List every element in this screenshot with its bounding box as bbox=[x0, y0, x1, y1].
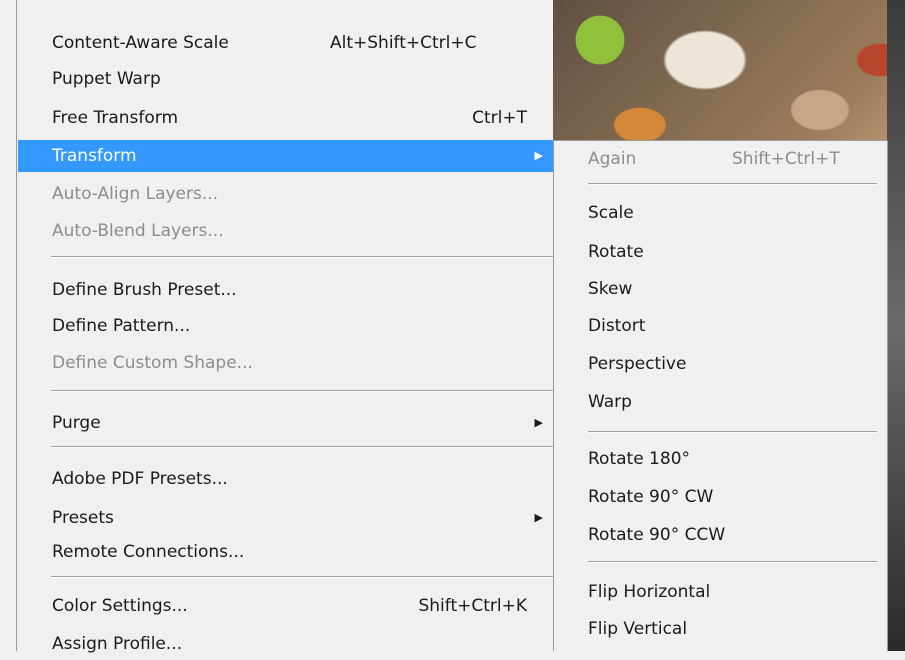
menu-item-label: Content-Aware Scale bbox=[52, 33, 229, 53]
submenu-item-rotate-180[interactable]: Rotate 180° bbox=[554, 443, 887, 475]
menu-item-label: Scale bbox=[588, 203, 634, 223]
menu-item-label: Assign Profile... bbox=[52, 634, 183, 654]
menu-item-label: Rotate 180° bbox=[588, 449, 691, 469]
menu-item-auto-blend-layers[interactable]: Auto-Blend Layers... bbox=[18, 215, 553, 247]
menu-item-label: Skew bbox=[588, 279, 633, 299]
menu-separator bbox=[51, 446, 553, 448]
menu-item-auto-align-layers[interactable]: Auto-Align Layers... bbox=[18, 178, 553, 210]
menu-item-label: Purge bbox=[52, 413, 101, 433]
menu-item-label: Perspective bbox=[588, 354, 687, 374]
menu-item-adobe-pdf-presets[interactable]: Adobe PDF Presets... bbox=[18, 463, 553, 495]
menu-item-label: Color Settings... bbox=[52, 596, 188, 616]
submenu-item-rotate[interactable]: Rotate bbox=[554, 236, 887, 268]
menu-item-label: Warp bbox=[588, 392, 632, 412]
scrollbar[interactable] bbox=[887, 0, 905, 651]
submenu-item-rotate-90-cw[interactable]: Rotate 90° CW bbox=[554, 481, 887, 513]
submenu-item-flip-horizontal[interactable]: Flip Horizontal bbox=[554, 576, 887, 608]
triangle-right-icon: ▶ bbox=[534, 416, 543, 429]
submenu-item-scale[interactable]: Scale bbox=[554, 197, 887, 229]
triangle-right-icon: ▶ bbox=[534, 511, 543, 524]
menu-item-label: Define Brush Preset... bbox=[52, 280, 237, 300]
menu-item-label: Rotate bbox=[588, 242, 644, 262]
transform-submenu: Again Shift+Ctrl+T Scale Rotate Skew Dis… bbox=[553, 140, 888, 651]
submenu-item-perspective[interactable]: Perspective bbox=[554, 348, 887, 380]
menu-item-remote-connections[interactable]: Remote Connections... bbox=[18, 536, 553, 568]
menu-item-label: Free Transform bbox=[52, 108, 179, 128]
triangle-right-icon: ▶ bbox=[534, 149, 543, 162]
menu-item-label: Auto-Align Layers... bbox=[52, 184, 219, 204]
menu-item-label: Auto-Blend Layers... bbox=[52, 221, 224, 241]
submenu-item-again[interactable]: Again Shift+Ctrl+T bbox=[554, 143, 887, 175]
menu-item-purge[interactable]: Purge ▶ bbox=[18, 407, 553, 439]
submenu-item-rotate-90-ccw[interactable]: Rotate 90° CCW bbox=[554, 519, 887, 551]
edit-menu: Content-Aware Scale Alt+Shift+Ctrl+C Pup… bbox=[16, 0, 553, 654]
menu-item-label: Transform bbox=[52, 146, 137, 166]
menu-item-label: Define Pattern... bbox=[52, 316, 191, 336]
menu-item-label: Remote Connections... bbox=[52, 542, 245, 562]
menu-item-transform[interactable]: Transform ▶ bbox=[18, 140, 553, 172]
menu-separator bbox=[588, 561, 877, 563]
menu-item-label: Puppet Warp bbox=[52, 69, 161, 89]
menu-separator bbox=[51, 390, 553, 392]
menu-separator bbox=[51, 256, 553, 258]
menu-item-assign-profile[interactable]: Assign Profile... bbox=[18, 628, 553, 660]
menu-item-label: Flip Horizontal bbox=[588, 582, 711, 602]
submenu-item-distort[interactable]: Distort bbox=[554, 310, 887, 342]
menu-item-color-settings[interactable]: Color Settings... Shift+Ctrl+K bbox=[18, 590, 553, 622]
menu-item-shortcut: Ctrl+T bbox=[472, 108, 527, 128]
menu-item-puppet-warp[interactable]: Puppet Warp bbox=[18, 63, 553, 95]
menu-item-free-transform[interactable]: Free Transform Ctrl+T bbox=[18, 102, 553, 134]
menu-separator bbox=[51, 576, 553, 578]
menu-item-define-pattern[interactable]: Define Pattern... bbox=[18, 310, 553, 342]
menu-item-label: Distort bbox=[588, 316, 646, 336]
menu-item-shortcut: Shift+Ctrl+T bbox=[732, 149, 840, 169]
submenu-item-skew[interactable]: Skew bbox=[554, 273, 887, 305]
menu-item-content-aware-scale[interactable]: Content-Aware Scale Alt+Shift+Ctrl+C bbox=[18, 27, 553, 59]
menu-item-label: Flip Vertical bbox=[588, 619, 688, 639]
menu-separator bbox=[588, 183, 877, 185]
menu-item-define-brush-preset[interactable]: Define Brush Preset... bbox=[18, 274, 553, 306]
menu-separator bbox=[588, 431, 877, 433]
submenu-item-warp[interactable]: Warp bbox=[554, 386, 887, 418]
menu-item-presets[interactable]: Presets ▶ bbox=[18, 502, 553, 534]
menu-item-define-custom-shape[interactable]: Define Custom Shape... bbox=[18, 347, 553, 379]
menu-item-label: Presets bbox=[52, 508, 114, 528]
menu-item-label: Define Custom Shape... bbox=[52, 353, 253, 373]
menu-item-shortcut: Shift+Ctrl+K bbox=[418, 596, 527, 616]
menu-item-label: Adobe PDF Presets... bbox=[52, 469, 228, 489]
menu-item-label: Rotate 90° CCW bbox=[588, 525, 726, 545]
menu-item-label: Again bbox=[588, 149, 637, 169]
submenu-item-flip-vertical[interactable]: Flip Vertical bbox=[554, 613, 887, 645]
menu-item-label: Rotate 90° CW bbox=[588, 487, 714, 507]
menu-item-shortcut: Alt+Shift+Ctrl+C bbox=[330, 33, 477, 53]
